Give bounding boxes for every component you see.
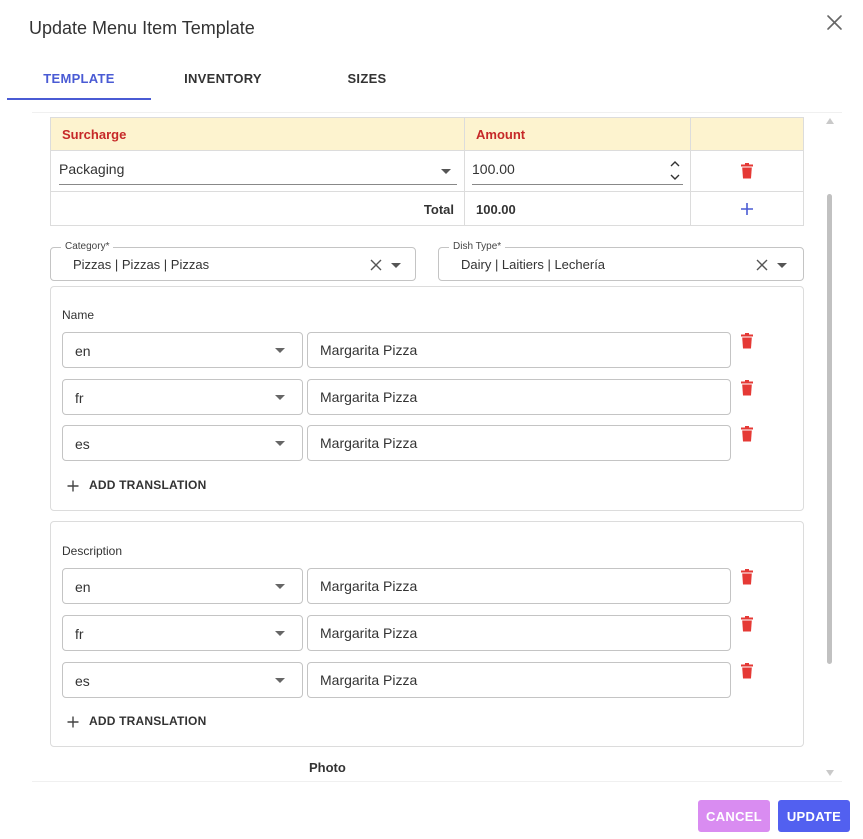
name-lang-select-fr[interactable]: fr — [62, 379, 303, 415]
chevron-down-icon — [275, 584, 285, 589]
dish-type-value: Dairy | Laitiers | Lechería — [461, 257, 606, 272]
description-input-es[interactable] — [308, 663, 730, 697]
surcharge-table: Surcharge Amount Packaging 100.00 Total … — [50, 117, 804, 226]
number-stepper-icon[interactable] — [668, 159, 682, 181]
description-section-title: Description — [62, 544, 123, 558]
category-value: Pizzas | Pizzas | Pizzas — [73, 257, 210, 272]
plus-icon — [67, 479, 79, 492]
cancel-button[interactable]: CANCEL — [698, 800, 770, 832]
delete-translation-trash-icon[interactable] — [740, 380, 754, 396]
dish-type-label: Dish Type* — [449, 241, 506, 252]
surcharge-select[interactable]: Packaging — [59, 158, 457, 185]
description-lang-select-es[interactable]: es — [62, 662, 303, 698]
total-label: Total — [423, 202, 454, 217]
scroll-down-arrow-icon[interactable] — [826, 770, 834, 776]
description-input-en[interactable] — [308, 569, 730, 603]
delete-translation-trash-icon[interactable] — [740, 663, 754, 679]
scroll-up-arrow-icon[interactable] — [826, 118, 834, 124]
delete-translation-trash-icon[interactable] — [740, 616, 754, 632]
lang-select-value: es — [75, 673, 90, 689]
lang-select-value: en — [75, 343, 91, 359]
lang-select-value: en — [75, 579, 91, 595]
lang-select-value: fr — [75, 390, 84, 406]
name-text-field-en[interactable] — [307, 332, 731, 368]
total-value: 100.00 — [476, 202, 516, 217]
add-translation-label: ADD TRANSLATION — [89, 478, 207, 492]
scrollbar-thumb[interactable] — [827, 194, 832, 664]
tab-template[interactable]: TEMPLATE — [7, 60, 151, 100]
chevron-down-icon[interactable] — [391, 263, 401, 268]
category-select[interactable]: Category* Pizzas | Pizzas | Pizzas — [50, 241, 416, 281]
name-text-field-fr[interactable] — [307, 379, 731, 415]
chevron-down-icon — [441, 169, 451, 174]
column-divider — [464, 118, 465, 225]
description-text-field-es[interactable] — [307, 662, 731, 698]
update-button[interactable]: UPDATE — [778, 800, 850, 832]
description-lang-select-fr[interactable]: fr — [62, 615, 303, 651]
dish-type-select[interactable]: Dish Type* Dairy | Laitiers | Lechería — [438, 241, 804, 281]
amount-column-header: Amount — [476, 127, 526, 142]
plus-icon — [67, 715, 79, 728]
category-label: Category* — [61, 241, 114, 252]
column-divider — [690, 118, 691, 225]
add-description-translation-button[interactable]: ADD TRANSLATION — [67, 711, 227, 731]
name-lang-select-en[interactable]: en — [62, 332, 303, 368]
surcharge-select-value: Packaging — [59, 161, 125, 177]
name-text-field-es[interactable] — [307, 425, 731, 461]
close-icon[interactable] — [824, 12, 846, 34]
name-input-es[interactable] — [308, 426, 730, 460]
add-surcharge-plus-icon[interactable] — [740, 202, 754, 216]
lang-select-value: fr — [75, 626, 84, 642]
chevron-down-icon — [275, 348, 285, 353]
name-lang-select-es[interactable]: es — [62, 425, 303, 461]
delete-surcharge-trash-icon[interactable] — [740, 163, 754, 179]
delete-translation-trash-icon[interactable] — [740, 333, 754, 349]
description-input-fr[interactable] — [308, 616, 730, 650]
tab-sizes[interactable]: SIZES — [295, 60, 439, 100]
name-input-en[interactable] — [308, 333, 730, 367]
description-translations-card: Description en fr es ADD TRANSLATION — [50, 521, 804, 747]
tab-bar: TEMPLATE INVENTORY SIZES — [7, 60, 437, 102]
delete-translation-trash-icon[interactable] — [740, 569, 754, 585]
add-translation-label: ADD TRANSLATION — [89, 714, 207, 728]
description-text-field-fr[interactable] — [307, 615, 731, 651]
chevron-down-icon — [275, 631, 285, 636]
clear-category-icon[interactable] — [370, 258, 382, 271]
name-section-title: Name — [62, 308, 95, 322]
chevron-down-icon — [275, 395, 285, 400]
add-name-translation-button[interactable]: ADD TRANSLATION — [67, 475, 227, 495]
amount-input[interactable]: 100.00 — [472, 158, 683, 185]
name-input-fr[interactable] — [308, 380, 730, 414]
lang-select-value: es — [75, 436, 90, 452]
chevron-down-icon[interactable] — [777, 263, 787, 268]
active-tab-indicator — [7, 98, 151, 100]
surcharge-column-header: Surcharge — [62, 127, 127, 142]
dialog-title: Update Menu Item Template — [29, 18, 255, 38]
delete-translation-trash-icon[interactable] — [740, 426, 754, 442]
chevron-down-icon — [275, 441, 285, 446]
name-translations-card: Name en fr es ADD TRANSLATION — [50, 286, 804, 511]
clear-dish-type-icon[interactable] — [756, 258, 768, 271]
description-text-field-en[interactable] — [307, 568, 731, 604]
photo-section-label: Photo — [309, 760, 346, 775]
amount-input-value: 100.00 — [472, 161, 515, 177]
row-divider — [51, 191, 803, 192]
tab-inventory[interactable]: INVENTORY — [151, 60, 295, 100]
chevron-down-icon — [275, 678, 285, 683]
description-lang-select-en[interactable]: en — [62, 568, 303, 604]
